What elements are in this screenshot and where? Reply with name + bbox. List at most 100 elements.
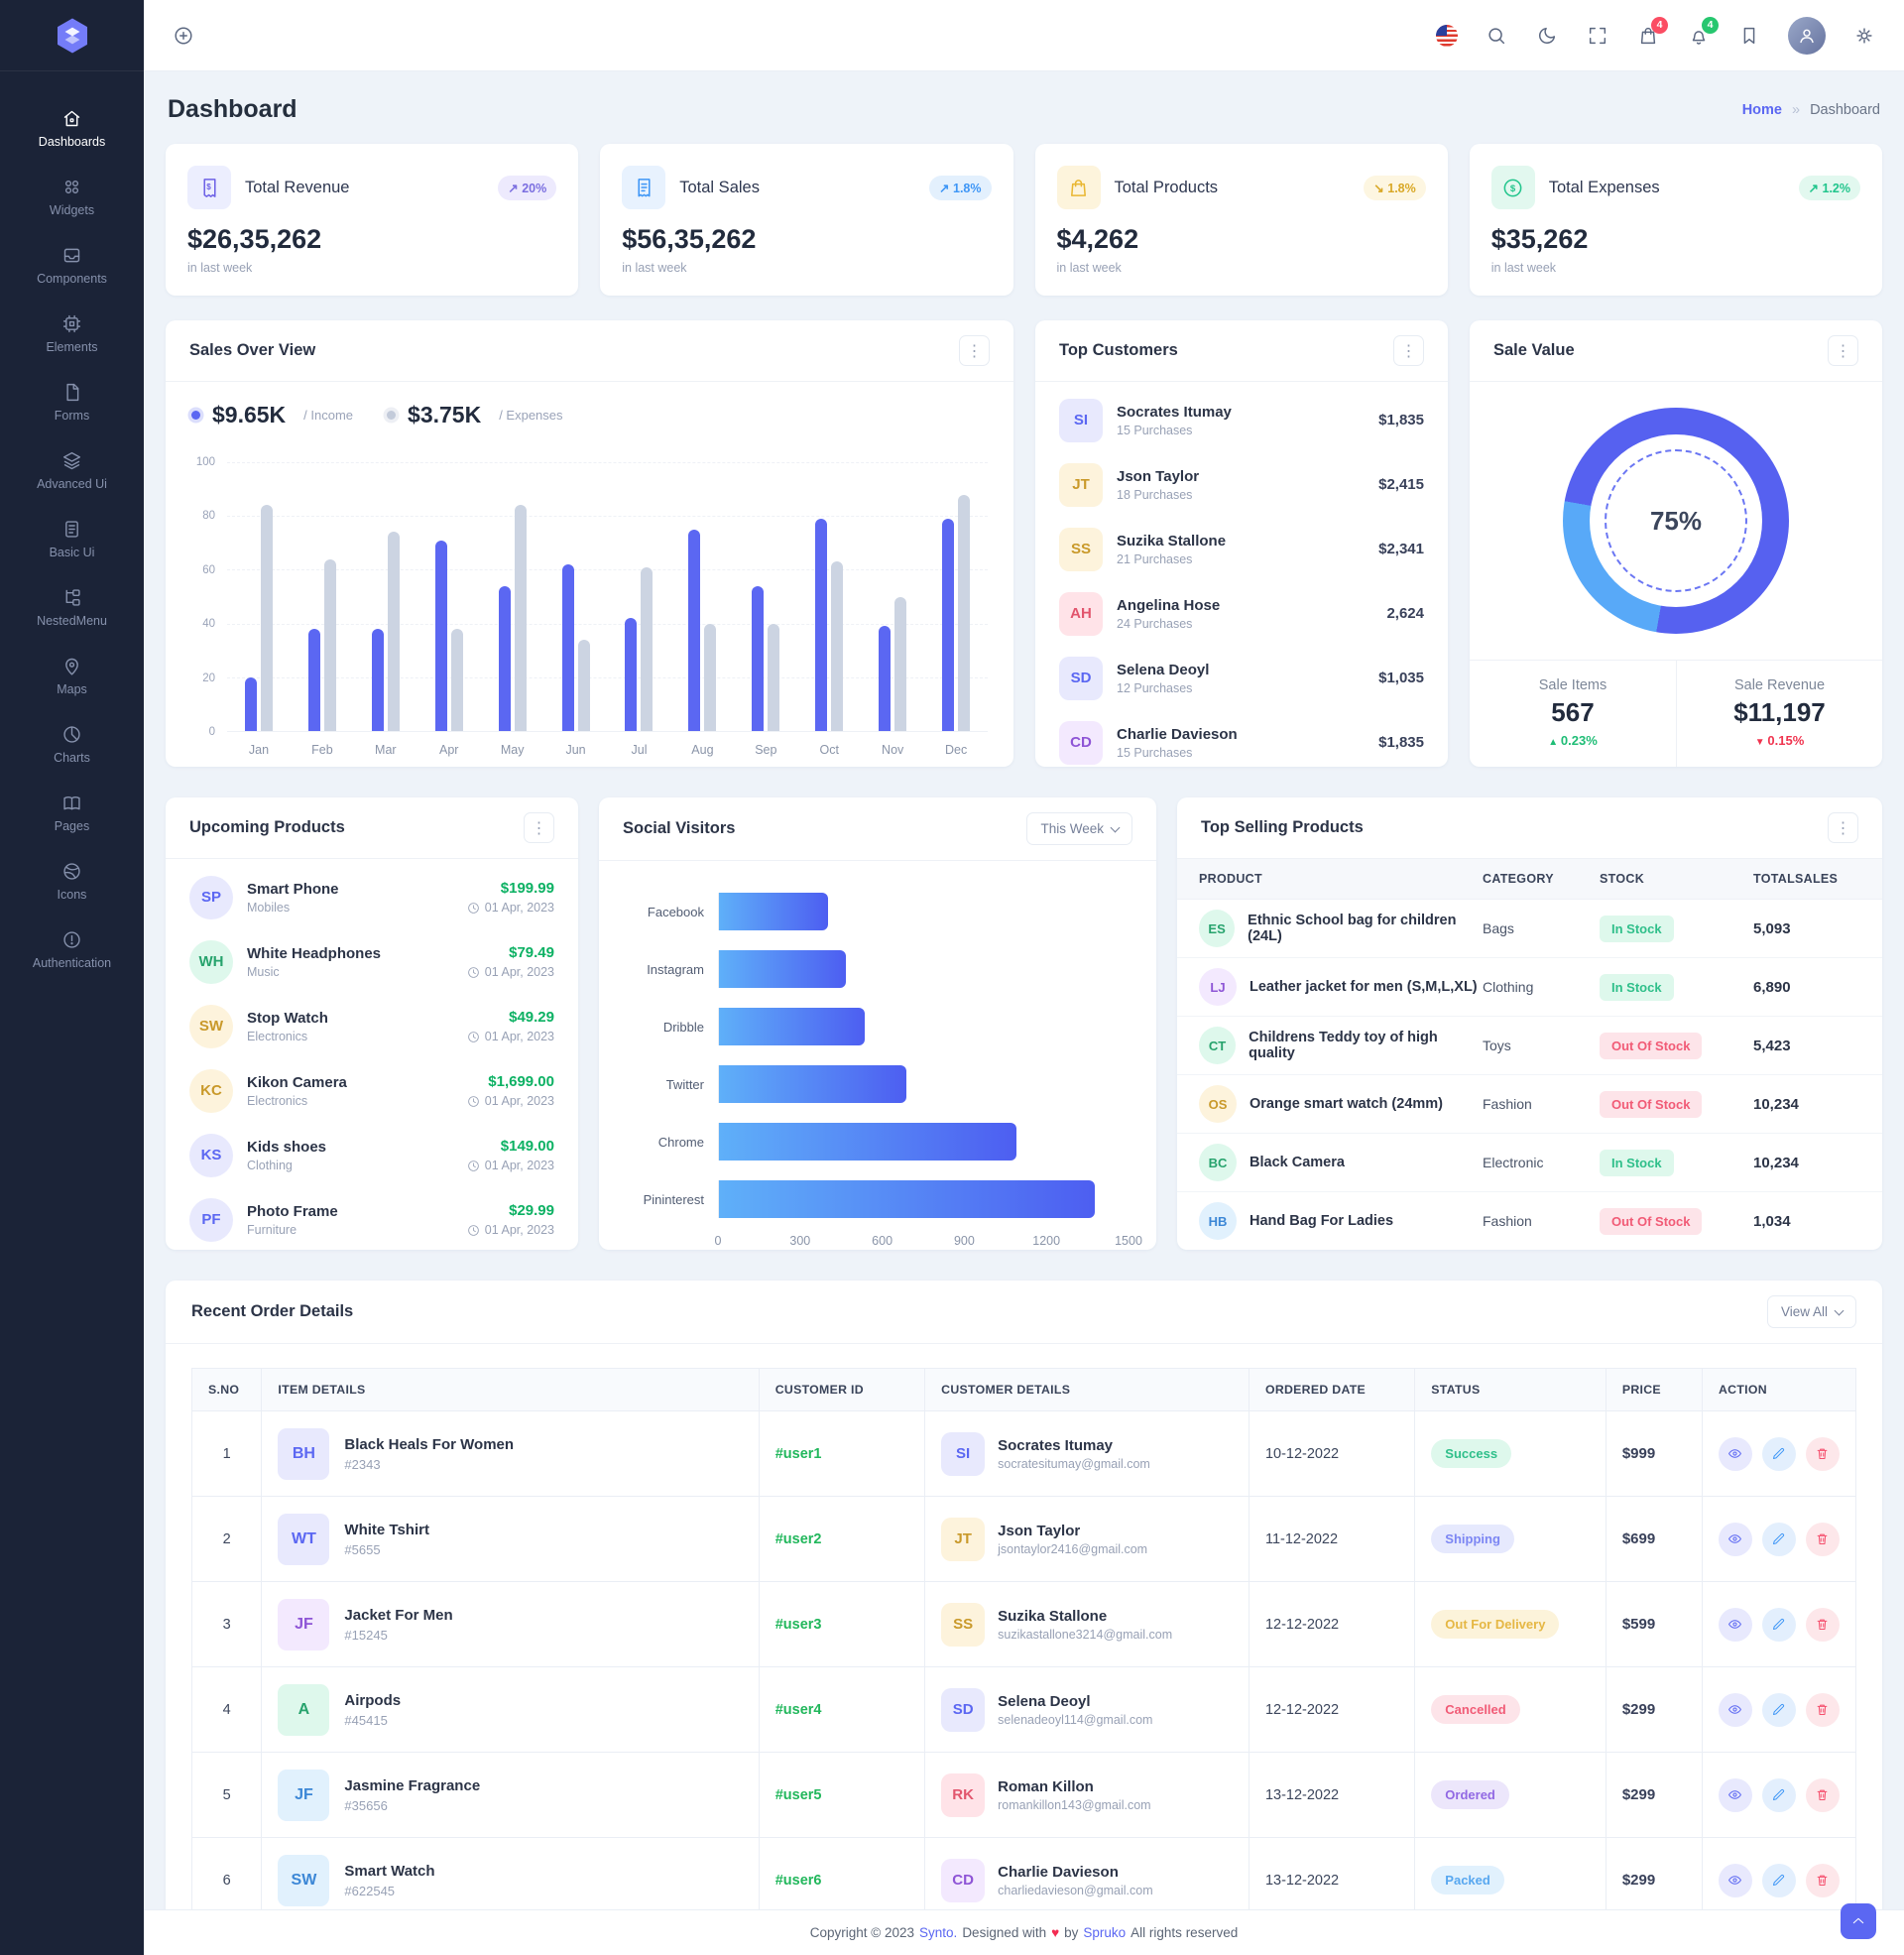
cart-button[interactable]: 4 bbox=[1636, 16, 1668, 48]
breadcrumb-home-link[interactable]: Home bbox=[1742, 102, 1782, 118]
bookmark-button[interactable] bbox=[1737, 24, 1761, 48]
x-axis-tick: 1500 bbox=[1115, 1234, 1142, 1248]
view-button[interactable] bbox=[1718, 1522, 1752, 1556]
bar-income-jan bbox=[244, 676, 257, 731]
settings-button[interactable] bbox=[1852, 24, 1876, 48]
sidebar-item-basic-ui[interactable]: Basic Ui bbox=[6, 508, 138, 570]
view-button[interactable] bbox=[1718, 1863, 1752, 1897]
kebab-menu-button[interactable]: ⋮ bbox=[524, 812, 554, 843]
dark-mode-toggle[interactable] bbox=[1535, 24, 1559, 48]
top-selling-row: LJ Leather jacket for men (S,M,L,XL) Clo… bbox=[1177, 958, 1882, 1017]
language-flag-icon[interactable] bbox=[1436, 24, 1458, 47]
chevron-down-icon bbox=[1110, 822, 1121, 832]
bar-group-mar: Mar bbox=[354, 462, 417, 757]
sidebar-item-forms[interactable]: Forms bbox=[6, 371, 138, 433]
sidebar-item-widgets[interactable]: Widgets bbox=[6, 166, 138, 228]
footer-brand-link[interactable]: Synto. bbox=[919, 1925, 957, 1940]
sidebar-item-nestedmenu[interactable]: NestedMenu bbox=[6, 576, 138, 639]
sidebar-toggle-button[interactable] bbox=[172, 24, 195, 48]
order-row: 1 BH Black Heals For Women #2343 #user1 … bbox=[190, 1410, 1857, 1497]
product-thumbnail: CT bbox=[1199, 1027, 1237, 1064]
stat-card-total-expenses: $ Total Expenses 1.2% $35,262 in last we… bbox=[1469, 144, 1882, 296]
app-logo[interactable] bbox=[0, 0, 144, 71]
sidebar-item-advanced-ui[interactable]: Advanced Ui bbox=[6, 439, 138, 502]
view-button[interactable] bbox=[1718, 1436, 1752, 1471]
fullscreen-button[interactable] bbox=[1586, 24, 1609, 48]
sidebar-item-charts[interactable]: Charts bbox=[6, 713, 138, 776]
edit-button[interactable] bbox=[1761, 1607, 1796, 1642]
sidebar-item-pages[interactable]: Pages bbox=[6, 782, 138, 844]
edit-button[interactable] bbox=[1761, 1777, 1796, 1812]
week-filter-dropdown[interactable]: This Week bbox=[1026, 812, 1132, 845]
customer-purchases: 15 Purchases bbox=[1117, 745, 1193, 760]
trend-badge: 1.2% bbox=[1798, 175, 1860, 200]
footer-brand2-link[interactable]: Spruko bbox=[1083, 1925, 1126, 1940]
item-name: White Tshirt bbox=[344, 1521, 429, 1538]
delete-button[interactable] bbox=[1805, 1692, 1840, 1727]
top-customers-card: Top Customers ⋮ SI Socrates Itumay 15 Pu… bbox=[1035, 320, 1448, 767]
view-button[interactable] bbox=[1718, 1607, 1752, 1642]
hbar-row-instagram: Instagram bbox=[627, 944, 1129, 994]
customer-row: SS Suzika Stallone 21 Purchases $2,341 bbox=[1035, 517, 1448, 581]
notifications-button[interactable]: 4 bbox=[1687, 16, 1719, 48]
product-name: Photo Frame bbox=[247, 1202, 338, 1220]
sale-value-stats: Sale Items 567 0.23% Sale Revenue $11,19… bbox=[1470, 660, 1882, 767]
cart-badge: 4 bbox=[1651, 16, 1668, 34]
view-button[interactable] bbox=[1718, 1692, 1752, 1727]
sidebar-item-elements[interactable]: Elements bbox=[6, 303, 138, 365]
sidebar-item-label: NestedMenu bbox=[37, 614, 107, 628]
product-name: Smart Phone bbox=[247, 880, 339, 898]
kebab-menu-button[interactable]: ⋮ bbox=[1393, 335, 1424, 366]
view-button[interactable] bbox=[1718, 1777, 1752, 1812]
edit-button[interactable] bbox=[1761, 1863, 1796, 1897]
order-customer-cell: SS Suzika Stallone suzikastallone3214@gm… bbox=[924, 1581, 1250, 1667]
delete-button[interactable] bbox=[1805, 1777, 1840, 1812]
sidebar-item-icons[interactable]: Icons bbox=[6, 850, 138, 913]
trash-icon bbox=[1818, 1448, 1828, 1459]
customer-amount: $1,835 bbox=[1378, 412, 1424, 428]
product-category: Clothing bbox=[1483, 979, 1534, 995]
sale-revenue-cell: Sale Revenue $11,197 0.15% bbox=[1676, 661, 1882, 767]
kebab-menu-button[interactable]: ⋮ bbox=[959, 335, 990, 366]
edit-button[interactable] bbox=[1761, 1522, 1796, 1556]
edit-button[interactable] bbox=[1761, 1436, 1796, 1471]
kebab-menu-button[interactable]: ⋮ bbox=[1828, 335, 1858, 366]
customer-avatar: SI bbox=[1059, 398, 1103, 442]
product-thumbnail: BC bbox=[1199, 1144, 1237, 1181]
delete-button[interactable] bbox=[1805, 1522, 1840, 1556]
stat-card-total-revenue: $ Total Revenue 20% $26,35,262 in last w… bbox=[166, 144, 579, 296]
scroll-to-top-button[interactable] bbox=[1841, 1903, 1876, 1939]
sidebar-item-maps[interactable]: Maps bbox=[6, 645, 138, 707]
bar-income-mar bbox=[371, 629, 384, 731]
sidebar-item-components[interactable]: Components bbox=[6, 234, 138, 297]
customer-name: Socrates Itumay bbox=[998, 1436, 1114, 1454]
forms-icon bbox=[66, 383, 79, 402]
order-row: 3 JF Jacket For Men #15245 #user3 SS Suz… bbox=[190, 1581, 1857, 1667]
sales-overview-card: Sales Over View ⋮ $9.65K / Income $3.75K bbox=[166, 320, 1013, 767]
view-all-dropdown[interactable]: View All bbox=[1766, 1295, 1856, 1328]
order-price: $299 bbox=[1605, 1666, 1703, 1753]
sidebar-item-dashboards[interactable]: Dashboards bbox=[6, 97, 138, 160]
item-thumbnail: WT bbox=[278, 1513, 330, 1565]
product-info: Kids shoes Clothing bbox=[247, 1139, 467, 1172]
delete-button[interactable] bbox=[1805, 1607, 1840, 1642]
column-header-action: ACTION bbox=[1701, 1368, 1857, 1411]
customer-name: Selena Deoyl bbox=[998, 1692, 1091, 1710]
edit-button[interactable] bbox=[1761, 1692, 1796, 1727]
column-header-customer-details: CUSTOMER DETAILS bbox=[924, 1368, 1250, 1411]
delete-button[interactable] bbox=[1805, 1436, 1840, 1471]
x-axis: 0 300 600 900 1200 1500 bbox=[715, 1234, 1142, 1264]
kebab-menu-button[interactable]: ⋮ bbox=[1828, 812, 1858, 843]
customer-avatar: JT bbox=[1059, 462, 1103, 507]
order-status-cell: Cancelled bbox=[1414, 1666, 1606, 1753]
order-row: 5 JF Jasmine Fragrance #35656 #user5 RK … bbox=[190, 1752, 1857, 1838]
delete-button[interactable] bbox=[1805, 1863, 1840, 1897]
user-avatar[interactable] bbox=[1788, 16, 1826, 55]
product-info: White Headphones Music bbox=[247, 945, 467, 979]
trend-badge: 20% bbox=[498, 175, 557, 200]
stat-title: Total Expenses bbox=[1548, 178, 1660, 196]
products-bag-icon bbox=[1056, 166, 1101, 209]
search-button[interactable] bbox=[1485, 24, 1508, 48]
bar-income-aug bbox=[688, 529, 701, 731]
sidebar-item-authentication[interactable]: Authentication bbox=[6, 918, 138, 981]
